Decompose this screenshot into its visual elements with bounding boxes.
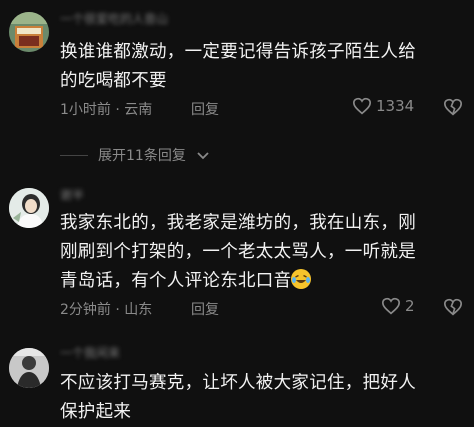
comment-time-location: 1小时前 · 云南 [60, 102, 153, 118]
avatar[interactable] [9, 348, 49, 388]
like-count: 2 [405, 297, 415, 315]
avatar-image [9, 188, 49, 228]
username[interactable]: 一个很爱吃的人音山 [60, 10, 168, 26]
laughing-crying-emoji-icon [291, 269, 312, 289]
comment-line: 不应该打马赛克，让坏人被大家记住，把好人 [60, 373, 416, 393]
username[interactable]: 谢半 [60, 186, 84, 202]
expand-replies-button[interactable]: 展开11条回复 [60, 145, 210, 165]
comment-line: 青岛话，有个人评论东北口音 [60, 267, 462, 296]
like-button[interactable]: 1334 [352, 97, 414, 115]
comment-text: 不应该打马赛克，让坏人被大家记住，把好人 保护起来 [60, 369, 462, 427]
heart-outline-icon [381, 297, 401, 315]
avatar-image [9, 348, 49, 388]
comment-line: 刚刷到个打架的，一个老太太骂人，一听就是 [60, 242, 416, 262]
like-button[interactable]: 2 [381, 297, 415, 315]
avatar[interactable] [9, 188, 49, 228]
avatar-image [9, 12, 49, 52]
broken-heart-icon[interactable] [443, 298, 463, 316]
comment-text: 我家东北的，我老家是潍坊的，我在山东，刚 刚刷到个打架的，一个老太太骂人，一听就… [60, 209, 462, 296]
reply-button[interactable]: 回复 [191, 299, 219, 319]
comment-line: 保护起来 [60, 402, 132, 422]
like-count: 1334 [376, 97, 415, 115]
avatar[interactable] [9, 12, 49, 52]
comment-1: 一个很爱吃的人音山 换谁谁都激动，一定要记得告诉孩子陌生人给 的吃喝都不要 1小… [0, 0, 474, 164]
username[interactable]: 一个我闲来 [60, 344, 120, 360]
comment-line: 换谁谁都激动，一定要记得告诉孩子陌生人给 [60, 42, 416, 62]
divider [60, 154, 88, 156]
comment-line: 的吃喝都不要 [60, 71, 167, 91]
expand-replies-label: 展开11条回复 [98, 148, 186, 164]
broken-heart-icon[interactable] [443, 98, 463, 116]
reply-button[interactable]: 回复 [191, 99, 219, 119]
heart-outline-icon [352, 97, 372, 115]
comment-line: 我家东北的，我老家是潍坊的，我在山东，刚 [60, 213, 416, 233]
comment-text: 换谁谁都激动，一定要记得告诉孩子陌生人给 的吃喝都不要 [60, 38, 462, 96]
comment-time-location: 2分钟前 · 山东 [60, 302, 153, 318]
chevron-down-icon [197, 152, 209, 160]
comment-line-text: 青岛话，有个人评论东北口音 [60, 271, 292, 291]
